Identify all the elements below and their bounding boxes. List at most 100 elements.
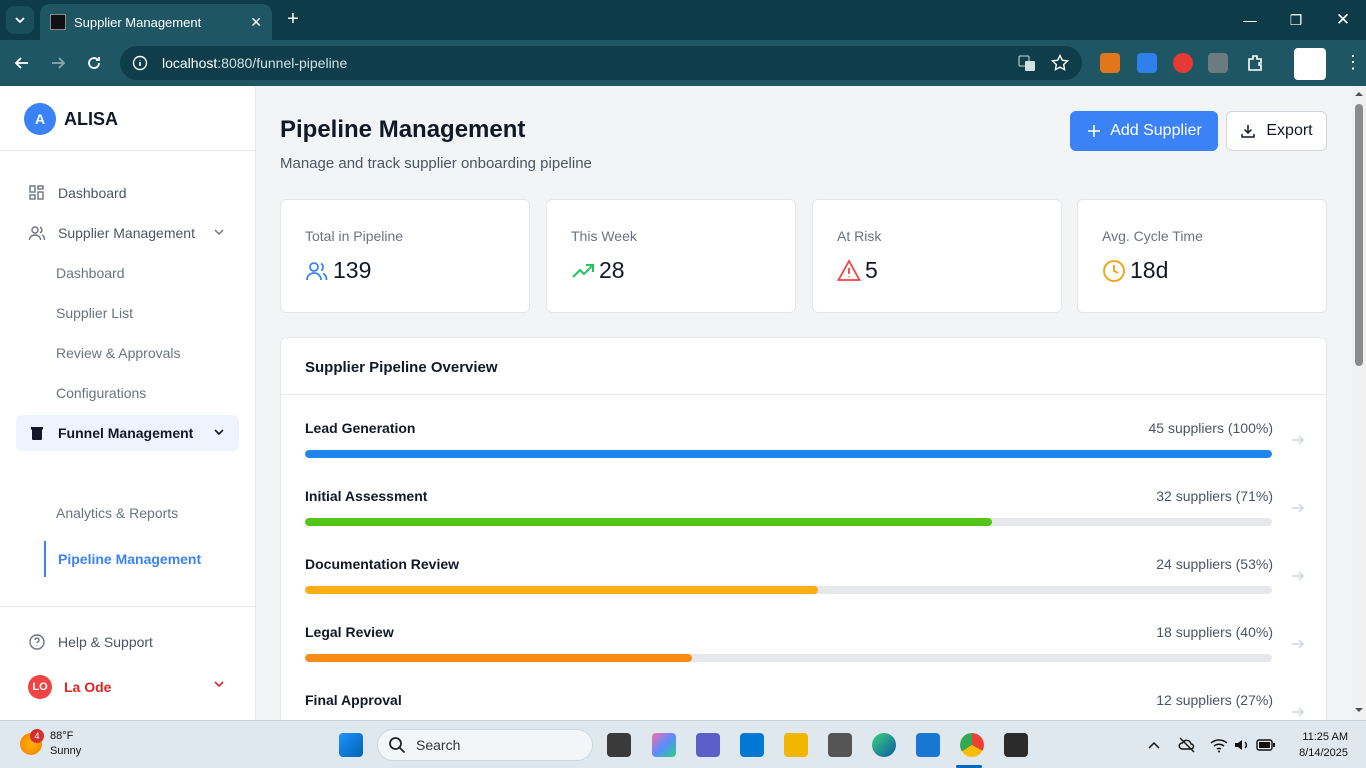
- teams-icon[interactable]: [696, 733, 720, 757]
- sidebar-subitem-analytics-reports[interactable]: Analytics & Reports: [56, 505, 178, 521]
- pipeline-stage-row[interactable]: Lead Generation 45 suppliers (100%): [305, 420, 1305, 480]
- new-tab-button[interactable]: +: [282, 8, 304, 30]
- users-icon: [28, 226, 46, 241]
- windows-start-icon[interactable]: [339, 733, 363, 757]
- arrow-left-icon: [14, 57, 28, 69]
- overview-title: Supplier Pipeline Overview: [305, 359, 498, 376]
- user-name: La Ode: [64, 679, 112, 695]
- help-label: Help & Support: [58, 634, 153, 650]
- task-view-icon[interactable]: [607, 733, 631, 757]
- browser-tab[interactable]: Supplier Management ✕: [40, 4, 272, 40]
- info-icon[interactable]: [132, 55, 148, 71]
- alert-triangle-icon: [837, 258, 861, 281]
- pipeline-stage-row[interactable]: Initial Assessment 32 suppliers (71%): [305, 488, 1305, 548]
- cloud-off-icon[interactable]: [1178, 736, 1196, 754]
- pipeline-overview-card: Supplier Pipeline Overview Lead Generati…: [280, 337, 1327, 720]
- stage-progress-bar: [305, 586, 1272, 594]
- clock-icon: [1103, 259, 1125, 282]
- media-extension-icon[interactable]: [1208, 53, 1228, 73]
- sidebar-item-supplier-management[interactable]: Supplier Management: [16, 215, 239, 251]
- browser-tab-bar: Supplier Management ✕ + — ❐ ✕: [0, 0, 1366, 40]
- k-extension-icon[interactable]: [1137, 53, 1157, 73]
- user-menu[interactable]: LO La Ode: [28, 675, 111, 699]
- back-button[interactable]: [11, 52, 33, 74]
- help-support-link[interactable]: Help & Support: [16, 624, 239, 660]
- stat-label: Avg. Cycle Time: [1102, 228, 1203, 244]
- notepad-icon[interactable]: [916, 733, 940, 757]
- sidebar-subitem-dashboard[interactable]: Dashboard: [56, 265, 125, 281]
- scrollbar-thumb[interactable]: [1355, 104, 1363, 366]
- stage-progress-fill: [305, 654, 692, 662]
- divider: [0, 150, 255, 151]
- tab-close-icon[interactable]: ✕: [250, 14, 262, 31]
- stat-card-at-risk: At Risk 5: [812, 199, 1062, 313]
- chevron-down-icon: [214, 429, 224, 436]
- chevron-down-icon: [214, 229, 224, 236]
- reload-button[interactable]: [83, 52, 105, 74]
- metamask-extension-icon[interactable]: [1100, 53, 1120, 73]
- chevron-up-icon[interactable]: [1147, 738, 1161, 752]
- page-title: Pipeline Management: [280, 116, 526, 143]
- sidebar-subitem-pipeline-management[interactable]: Pipeline Management: [44, 541, 244, 577]
- scroll-up-icon[interactable]: [1355, 90, 1363, 98]
- arrow-right-icon[interactable]: [1291, 705, 1305, 719]
- clock-date: 8/14/2025: [1299, 747, 1348, 759]
- wifi-icon[interactable]: [1210, 736, 1228, 754]
- arrow-right-icon[interactable]: [1291, 501, 1305, 515]
- url-text: localhost:8080/funnel-pipeline: [162, 55, 348, 71]
- camera-icon[interactable]: [828, 733, 852, 757]
- file-explorer-icon[interactable]: [784, 733, 808, 757]
- arrow-right-icon[interactable]: [1291, 569, 1305, 583]
- scroll-down-icon[interactable]: [1355, 706, 1363, 714]
- window-close-icon[interactable]: ✕: [1333, 10, 1353, 30]
- stat-label: This Week: [571, 228, 637, 244]
- stop-extension-icon[interactable]: [1173, 53, 1193, 73]
- export-button[interactable]: Export: [1226, 111, 1327, 151]
- store-icon[interactable]: [740, 733, 764, 757]
- sidebar-item-dashboard[interactable]: Dashboard: [16, 175, 239, 211]
- sidebar-item-funnel-management[interactable]: Funnel Management: [16, 415, 239, 451]
- sidebar-subitem-supplier-list[interactable]: Supplier List: [56, 305, 133, 321]
- sun-icon: 4: [20, 729, 44, 755]
- pipeline-stage-row[interactable]: Final Approval 12 suppliers (27%): [305, 692, 1305, 720]
- system-clock[interactable]: 11:25 AM 8/14/2025: [1288, 729, 1348, 761]
- translate-icon[interactable]: [1018, 54, 1036, 72]
- edge-icon[interactable]: [872, 733, 896, 757]
- stat-card-cycle-time: Avg. Cycle Time 18d: [1077, 199, 1327, 313]
- stage-name: Legal Review: [305, 624, 394, 640]
- sidebar-subitem-configurations[interactable]: Configurations: [56, 385, 146, 401]
- battery-icon[interactable]: [1256, 736, 1276, 754]
- profile-avatar[interactable]: [1294, 48, 1326, 80]
- arrow-right-icon[interactable]: [1291, 637, 1305, 651]
- arrow-right-icon[interactable]: [1291, 433, 1305, 447]
- stat-label: Total in Pipeline: [305, 228, 404, 244]
- weather-temp: 88°F: [50, 730, 74, 742]
- divider: [281, 394, 1326, 395]
- reload-icon: [88, 57, 100, 69]
- minimize-icon[interactable]: —: [1240, 10, 1260, 30]
- restore-icon[interactable]: ❐: [1286, 10, 1306, 30]
- chrome-icon[interactable]: [960, 733, 984, 757]
- stage-progress-bar: [305, 518, 1272, 526]
- add-supplier-button[interactable]: Add Supplier: [1070, 111, 1218, 151]
- main-content: Pipeline Management Manage and track sup…: [256, 86, 1352, 720]
- stage-progress-bar: [305, 654, 1272, 662]
- bookmark-star-icon[interactable]: [1051, 54, 1069, 72]
- pipeline-stage-row[interactable]: Documentation Review 24 suppliers (53%): [305, 556, 1305, 616]
- extensions-puzzle-icon[interactable]: [1245, 53, 1265, 73]
- copilot-icon[interactable]: [652, 733, 676, 757]
- volume-icon[interactable]: [1233, 736, 1251, 754]
- taskbar-search[interactable]: Search: [377, 729, 593, 761]
- address-bar[interactable]: localhost:8080/funnel-pipeline: [120, 46, 1082, 80]
- pipeline-stage-row[interactable]: Legal Review 18 suppliers (40%): [305, 624, 1305, 684]
- browser-menu-icon[interactable]: ⋮: [1344, 52, 1362, 73]
- user-avatar: LO: [28, 675, 52, 699]
- weather-widget[interactable]: 4 88°F Sunny: [20, 729, 81, 759]
- terminal-icon[interactable]: [1004, 733, 1028, 757]
- tab-search-button[interactable]: [6, 6, 34, 34]
- page-scrollbar[interactable]: [1352, 86, 1366, 720]
- chevron-down-icon[interactable]: [213, 678, 225, 690]
- weather-condition: Sunny: [50, 745, 82, 757]
- sidebar-subitem-review-approvals[interactable]: Review & Approvals: [56, 345, 181, 361]
- forward-button[interactable]: [47, 52, 69, 74]
